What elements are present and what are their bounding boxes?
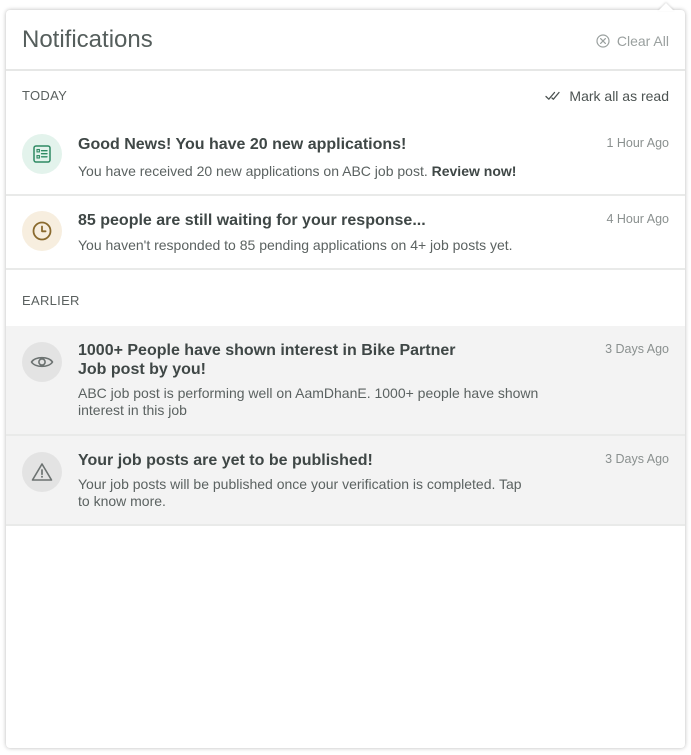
notification-body: Your job posts will be published once yo… xyxy=(78,476,522,510)
review-now-link[interactable]: Review now! xyxy=(432,163,517,179)
notification-time: 1 Hour Ago xyxy=(606,136,669,150)
notification-body-line: ABC job post is performing well on AamDh… xyxy=(78,385,539,401)
notification-body-line: interest in this job xyxy=(78,402,187,418)
page-title: Notifications xyxy=(22,26,153,53)
notification-body: You have received 20 new applications on… xyxy=(78,163,516,180)
clear-all-button[interactable]: Clear All xyxy=(596,33,669,49)
clock-icon xyxy=(22,211,62,251)
notification-body-line: to know more. xyxy=(78,493,166,509)
notification-title-line: Job post by you! xyxy=(78,361,206,378)
notification-body-text: You have received 20 new applications on… xyxy=(78,163,428,179)
notification-item[interactable]: Your job posts are yet to be published! … xyxy=(6,436,685,526)
warning-icon xyxy=(22,452,62,492)
notification-body-line: Your job posts will be published once yo… xyxy=(78,476,522,492)
applications-list-icon xyxy=(22,134,62,174)
panel-header: Notifications Clear All xyxy=(6,10,685,71)
eye-icon xyxy=(22,342,62,382)
section-label-today: TODAY xyxy=(22,88,68,103)
mark-all-read-button[interactable]: Mark all as read xyxy=(545,88,669,104)
popover-caret xyxy=(658,3,674,11)
section-label-earlier: EARLIER xyxy=(22,293,80,308)
notification-body: You haven't responded to 85 pending appl… xyxy=(78,237,513,253)
clear-all-label: Clear All xyxy=(616,33,669,49)
notification-title-line: 1000+ People have shown interest in Bike… xyxy=(78,342,456,359)
notification-title: 85 people are still waiting for your res… xyxy=(78,212,426,229)
double-check-icon xyxy=(545,91,561,100)
notification-title: 1000+ People have shown interest in Bike… xyxy=(78,341,455,379)
mark-all-read-label: Mark all as read xyxy=(569,88,669,104)
notifications-panel: Notifications Clear All TODAY Mark all a… xyxy=(6,10,685,748)
notification-title: Good News! You have 20 new applications! xyxy=(78,136,407,153)
notification-item[interactable]: 85 people are still waiting for your res… xyxy=(6,196,685,270)
notification-body: ABC job post is performing well on AamDh… xyxy=(78,385,538,419)
close-circle-icon xyxy=(596,34,610,48)
notification-title: Your job posts are yet to be published! xyxy=(78,452,373,469)
notification-item[interactable]: 1000+ People have shown interest in Bike… xyxy=(6,326,685,436)
notification-item[interactable]: Good News! You have 20 new applications!… xyxy=(6,120,685,196)
notification-time: 4 Hour Ago xyxy=(606,212,669,226)
notification-time: 3 Days Ago xyxy=(605,452,669,466)
notification-time: 3 Days Ago xyxy=(605,342,669,356)
